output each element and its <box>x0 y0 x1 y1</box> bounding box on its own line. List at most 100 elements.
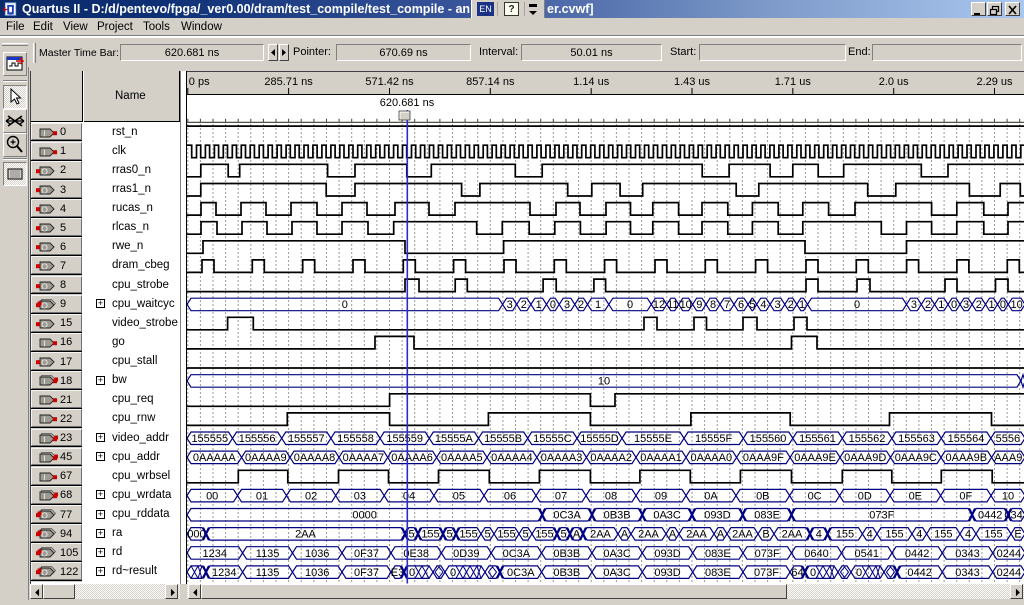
svg-text:155: 155 <box>497 529 515 541</box>
svg-text:1135: 1135 <box>256 567 280 579</box>
svg-text:3: 3 <box>911 299 917 311</box>
svg-text:5: 5 <box>446 529 452 541</box>
svg-text:06: 06 <box>504 490 516 502</box>
svg-text:155555: 155555 <box>191 433 228 445</box>
svg-text:155561: 155561 <box>799 433 836 445</box>
svg-text:2.0 us: 2.0 us <box>879 76 909 88</box>
svg-text:1: 1 <box>938 299 944 311</box>
svg-text:AAA9: AAA9 <box>994 452 1022 464</box>
svg-text:0343: 0343 <box>955 548 979 560</box>
svg-text:5556: 5556 <box>996 433 1020 445</box>
svg-text:0AAA9E: 0AAA9E <box>794 452 836 464</box>
svg-text:0D: 0D <box>858 490 872 502</box>
svg-text:A: A <box>621 529 629 541</box>
svg-text:A: A <box>717 529 725 541</box>
svg-text:10: 10 <box>1010 299 1022 311</box>
svg-text:O: O <box>41 281 48 291</box>
svg-text:155: 155 <box>885 529 903 541</box>
svg-text:155557: 155557 <box>288 433 325 445</box>
svg-text:O: O <box>41 204 48 214</box>
svg-text:11: 11 <box>667 299 678 311</box>
svg-text:1: 1 <box>536 299 542 311</box>
svg-text:155: 155 <box>535 529 553 541</box>
svg-text:2AA: 2AA <box>295 529 316 541</box>
svg-text:0541: 0541 <box>855 548 879 560</box>
svg-text:1: 1 <box>595 299 601 311</box>
svg-text:2: 2 <box>578 299 584 311</box>
svg-text:0: 0 <box>951 299 957 311</box>
svg-text:1.14 us: 1.14 us <box>573 76 610 88</box>
svg-text:4: 4 <box>816 529 822 541</box>
svg-text:0C: 0C <box>808 490 822 502</box>
svg-text:0: 0 <box>550 299 556 311</box>
svg-text:0AAAA3: 0AAAA3 <box>541 452 583 464</box>
svg-text:15555C: 15555C <box>533 433 572 445</box>
svg-text:0C3A: 0C3A <box>553 510 581 522</box>
svg-text:07: 07 <box>555 490 567 502</box>
svg-text:O: O <box>41 357 48 367</box>
svg-text:O: O <box>41 224 48 234</box>
svg-text:3: 3 <box>774 299 780 311</box>
svg-text:O: O <box>41 185 48 195</box>
svg-text:1135: 1135 <box>256 548 280 560</box>
svg-text:9: 9 <box>696 299 702 311</box>
svg-text:073F: 073F <box>754 567 779 579</box>
svg-text:05: 05 <box>453 490 465 502</box>
svg-text:1: 1 <box>988 299 994 311</box>
svg-text:3: 3 <box>963 299 969 311</box>
svg-text:0F37: 0F37 <box>354 567 379 579</box>
svg-text:0AAAA6: 0AAAA6 <box>391 452 433 464</box>
svg-text:1.71 us: 1.71 us <box>775 76 812 88</box>
svg-text:0: 0 <box>854 299 860 311</box>
svg-text:I: I <box>43 128 45 138</box>
svg-text:155: 155 <box>421 529 439 541</box>
svg-text:5: 5 <box>749 299 755 311</box>
svg-text:10: 10 <box>680 299 692 311</box>
svg-text:0C3A: 0C3A <box>503 548 531 560</box>
svg-text:4: 4 <box>916 529 922 541</box>
svg-text:00: 00 <box>206 490 218 502</box>
svg-text:09: 09 <box>655 490 667 502</box>
svg-text:0AAA9C: 0AAA9C <box>895 452 937 464</box>
svg-text:0244: 0244 <box>997 548 1021 560</box>
svg-text:O: O <box>41 549 48 559</box>
svg-text:I: I <box>43 147 45 157</box>
svg-text:I: I <box>43 434 45 444</box>
svg-text:155560: 155560 <box>750 433 787 445</box>
svg-text:0F37: 0F37 <box>354 548 379 560</box>
svg-text:083E: 083E <box>754 510 780 522</box>
svg-text:093D: 093D <box>654 567 680 579</box>
svg-text:O: O <box>41 243 48 253</box>
svg-text:0442: 0442 <box>907 567 931 579</box>
svg-text:0AAA9B: 0AAA9B <box>946 452 988 464</box>
svg-text:2AA: 2AA <box>782 529 803 541</box>
svg-text:073F: 073F <box>755 548 780 560</box>
svg-text:5: 5 <box>522 529 528 541</box>
svg-text:1036: 1036 <box>305 567 329 579</box>
svg-text:15555D: 15555D <box>580 433 619 445</box>
svg-text:O: O <box>41 166 48 176</box>
svg-text:155558: 155558 <box>337 433 374 445</box>
svg-text:0B3B: 0B3B <box>553 548 580 560</box>
svg-text:03: 03 <box>354 490 366 502</box>
svg-text:0A3C: 0A3C <box>603 567 631 579</box>
svg-text:O: O <box>41 319 48 329</box>
svg-text:I: I <box>43 491 45 501</box>
svg-text:0A: 0A <box>704 490 718 502</box>
svg-text:0AAAA7: 0AAAA7 <box>343 452 385 464</box>
svg-text:3: 3 <box>564 299 570 311</box>
svg-text:571.42 ns: 571.42 ns <box>365 76 414 88</box>
svg-text:0A3C: 0A3C <box>603 548 631 560</box>
svg-text:0D39: 0D39 <box>453 548 479 560</box>
svg-text:O: O <box>41 300 48 310</box>
svg-text:2AA: 2AA <box>638 529 659 541</box>
svg-text:2AA: 2AA <box>686 529 707 541</box>
svg-text:I: I <box>43 472 45 482</box>
svg-text:A: A <box>669 529 677 541</box>
svg-text:285.71 ns: 285.71 ns <box>264 76 313 88</box>
svg-text:073F: 073F <box>869 510 894 522</box>
svg-text:155: 155 <box>934 529 952 541</box>
svg-text:B: B <box>762 529 769 541</box>
svg-text:0 ps: 0 ps <box>189 76 210 88</box>
svg-text:155563: 155563 <box>898 433 935 445</box>
